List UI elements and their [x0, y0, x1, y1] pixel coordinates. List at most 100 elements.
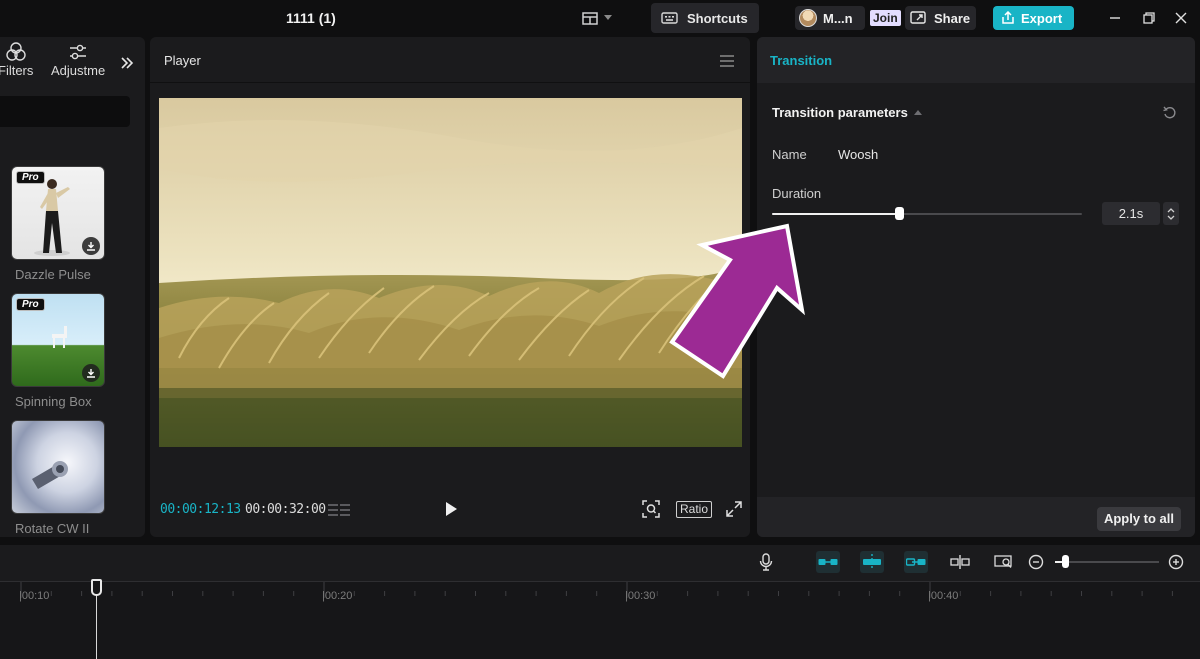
share-label: Share [934, 10, 971, 26]
pro-badge: Pro [16, 298, 45, 311]
export-button[interactable]: Export [993, 6, 1074, 30]
effect-thumbnail[interactable]: Pro [11, 166, 105, 260]
double-chevron-right-icon [121, 57, 134, 69]
keyboard-icon [661, 12, 678, 24]
close-icon [1175, 12, 1187, 24]
zoom-fit-icon [994, 555, 1012, 568]
play-button[interactable] [444, 501, 458, 522]
download-button[interactable] [82, 237, 100, 255]
effect-thumbnail[interactable]: Pro [11, 293, 105, 387]
duration-slider-fill [772, 213, 899, 215]
preview-axis-button[interactable] [948, 551, 972, 573]
title-bar: 1111 (1) Shortcuts M...n Join Share Expo… [0, 0, 1200, 37]
effects-panel: Filters Adjustme Pro Dazzle Pulse Pro Sp… [0, 37, 145, 537]
user-menu-button[interactable]: M...n [795, 6, 865, 30]
snap-icon [863, 554, 881, 570]
ruler-ticks [20, 582, 1173, 598]
properties-footer: Apply to all [757, 497, 1195, 537]
section-header[interactable]: Transition parameters [772, 105, 922, 120]
shortcuts-label: Shortcuts [687, 10, 748, 26]
fullscreen-button[interactable] [726, 501, 742, 522]
effect-label: Dazzle Pulse [15, 267, 91, 282]
chain-link-icon [906, 558, 926, 566]
share-button[interactable]: Share [905, 6, 976, 30]
microphone-icon [759, 553, 773, 571]
focus-icon [642, 500, 660, 518]
properties-panel: Transition Transition parameters Name Wo… [757, 37, 1195, 537]
zoom-in-icon [1168, 554, 1184, 570]
download-icon [87, 242, 95, 251]
zoom-out-button[interactable] [1024, 551, 1048, 573]
current-timecode: 00:00:12:13 [160, 502, 241, 517]
layout-button[interactable] [582, 8, 622, 28]
duration-stepper[interactable] [1163, 202, 1179, 225]
zoom-slider[interactable] [1055, 555, 1159, 568]
export-label: Export [1021, 10, 1063, 26]
fit-view-button[interactable] [642, 500, 660, 523]
ruler-label: |00:40 [928, 590, 959, 602]
user-name: M...n [823, 10, 853, 26]
apply-to-all-button[interactable]: Apply to all [1096, 507, 1181, 531]
layout-icon [582, 11, 598, 25]
playhead-handle[interactable] [91, 579, 102, 596]
adjustment-icon [70, 44, 87, 60]
zoom-slider-thumb[interactable] [1062, 555, 1069, 568]
join-badge[interactable]: Join [870, 10, 901, 26]
linkage-button[interactable] [904, 551, 928, 573]
play-icon [446, 502, 457, 516]
avatar [799, 9, 817, 27]
auto-snap-button[interactable] [860, 551, 884, 573]
restore-icon [1143, 12, 1155, 24]
name-value: Woosh [838, 147, 879, 162]
chevron-down-icon [604, 15, 612, 20]
effects-search-input[interactable] [0, 96, 130, 127]
tab-adjustment-label: Adjustme [51, 63, 106, 78]
record-voiceover-button[interactable] [754, 551, 778, 573]
tab-transition[interactable]: Transition [770, 53, 832, 68]
tab-adjustment[interactable]: Adjustme [51, 41, 105, 78]
player-header: Player [150, 37, 750, 83]
link-clips-icon [818, 559, 838, 565]
zoom-to-fit-button[interactable] [992, 551, 1016, 573]
duration-slider[interactable] [772, 207, 1082, 220]
minimize-button[interactable] [1106, 9, 1124, 27]
zoom-in-button[interactable] [1164, 551, 1188, 573]
main-track-magnet-button[interactable] [816, 551, 840, 573]
menu-icon [720, 55, 734, 67]
effect-thumbnail[interactable] [11, 420, 105, 514]
duration-slider-thumb[interactable] [895, 207, 904, 220]
shortcuts-button[interactable]: Shortcuts [651, 3, 759, 33]
split-axis-icon [950, 555, 970, 569]
restore-button[interactable] [1140, 9, 1158, 27]
tab-filters[interactable]: Filters [0, 41, 33, 78]
timeline-toolbar [0, 545, 1200, 581]
ruler-label: |00:10 [19, 590, 50, 602]
reset-icon [1163, 106, 1176, 119]
name-label: Name [772, 147, 807, 162]
timeline-ruler[interactable]: |00:10 |00:20 |00:30 |00:40 [0, 582, 1200, 659]
share-icon [910, 11, 926, 24]
player-title: Player [164, 53, 201, 68]
timeline-panel: |00:10 |00:20 |00:30 |00:40 [0, 545, 1200, 659]
download-icon [87, 369, 95, 378]
section-title: Transition parameters [772, 105, 908, 120]
download-button[interactable] [82, 364, 100, 382]
filters-icon [5, 42, 26, 61]
close-button[interactable] [1172, 9, 1190, 27]
video-preview[interactable] [159, 98, 742, 447]
zoom-out-icon [1028, 554, 1044, 570]
minimize-icon [1110, 17, 1120, 19]
more-tabs-button[interactable] [113, 51, 141, 75]
pro-badge: Pro [16, 171, 45, 184]
project-title: 1111 (1) [286, 10, 336, 26]
grass-field-frame [159, 98, 742, 447]
effect-label: Rotate CW II [15, 521, 90, 536]
player-menu-button[interactable] [720, 54, 734, 72]
timeline-view-button[interactable] [328, 503, 352, 524]
ratio-button[interactable]: Ratio [676, 501, 713, 518]
export-icon [1002, 11, 1014, 24]
annotation-arrow [669, 223, 805, 379]
reset-button[interactable] [1163, 106, 1177, 125]
ruler-label: |00:20 [322, 590, 353, 602]
duration-input[interactable]: 2.1s [1102, 202, 1160, 225]
